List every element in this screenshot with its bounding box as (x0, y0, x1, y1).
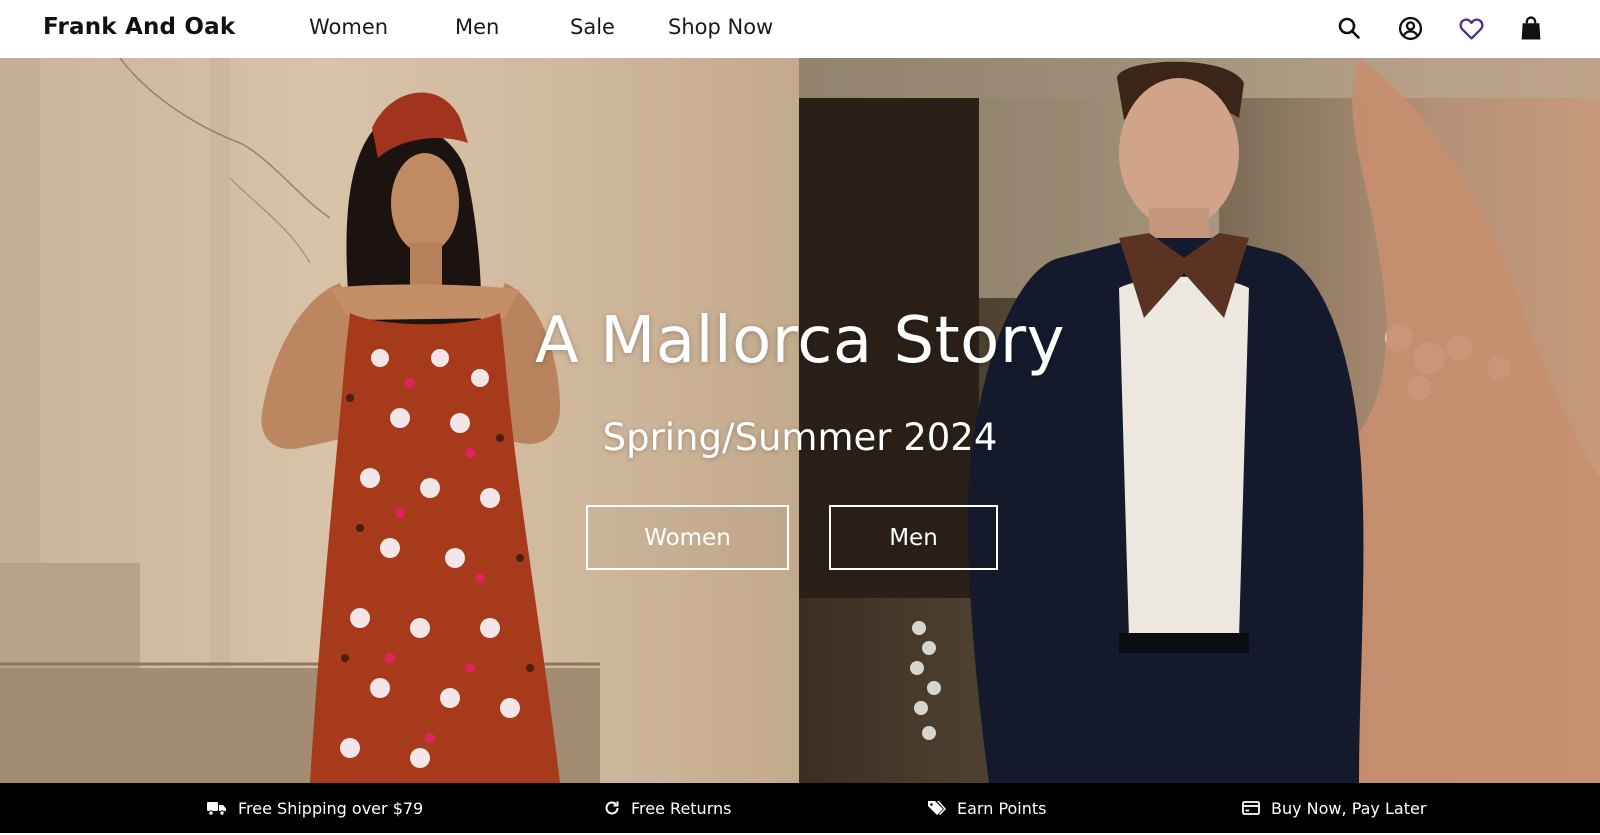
perk-buy-now-pay-later: Buy Now, Pay Later (1242, 783, 1426, 833)
nav-women[interactable]: Women (309, 15, 388, 39)
perk-label: Buy Now, Pay Later (1271, 798, 1427, 818)
nav-sale[interactable]: Sale (570, 15, 615, 39)
tags-icon (928, 800, 957, 816)
account-icon[interactable] (1396, 14, 1424, 42)
bag-icon[interactable] (1517, 14, 1545, 42)
perk-label: Free Returns (631, 798, 732, 818)
search-icon[interactable] (1335, 14, 1363, 42)
credit-card-icon (1242, 801, 1271, 815)
hero-title: A Mallorca Story (535, 304, 1065, 378)
brand-logo[interactable]: Frank And Oak (43, 14, 235, 40)
perks-bar: Free Shipping over $79 Free Returns Earn… (0, 783, 1600, 833)
hero-subtitle: Spring/Summer 2024 (602, 416, 998, 459)
heart-icon[interactable] (1457, 14, 1485, 42)
perk-free-returns: Free Returns (604, 783, 731, 833)
nav-shop-now[interactable]: Shop Now (668, 15, 773, 39)
site-header: Frank And Oak Women Men Sale Shop Now (0, 0, 1600, 58)
perk-earn-points: Earn Points (928, 783, 1047, 833)
perk-free-shipping: Free Shipping over $79 (207, 783, 423, 833)
perk-label: Earn Points (957, 798, 1047, 818)
refresh-icon (604, 800, 631, 816)
hero-banner: A Mallorca Story Spring/Summer 2024 Wome… (0, 58, 1600, 783)
shop-men-button[interactable]: Men (829, 505, 998, 570)
truck-icon (207, 800, 238, 816)
shop-women-button[interactable]: Women (586, 505, 789, 570)
nav-men[interactable]: Men (455, 15, 499, 39)
perk-label: Free Shipping over $79 (238, 798, 424, 818)
